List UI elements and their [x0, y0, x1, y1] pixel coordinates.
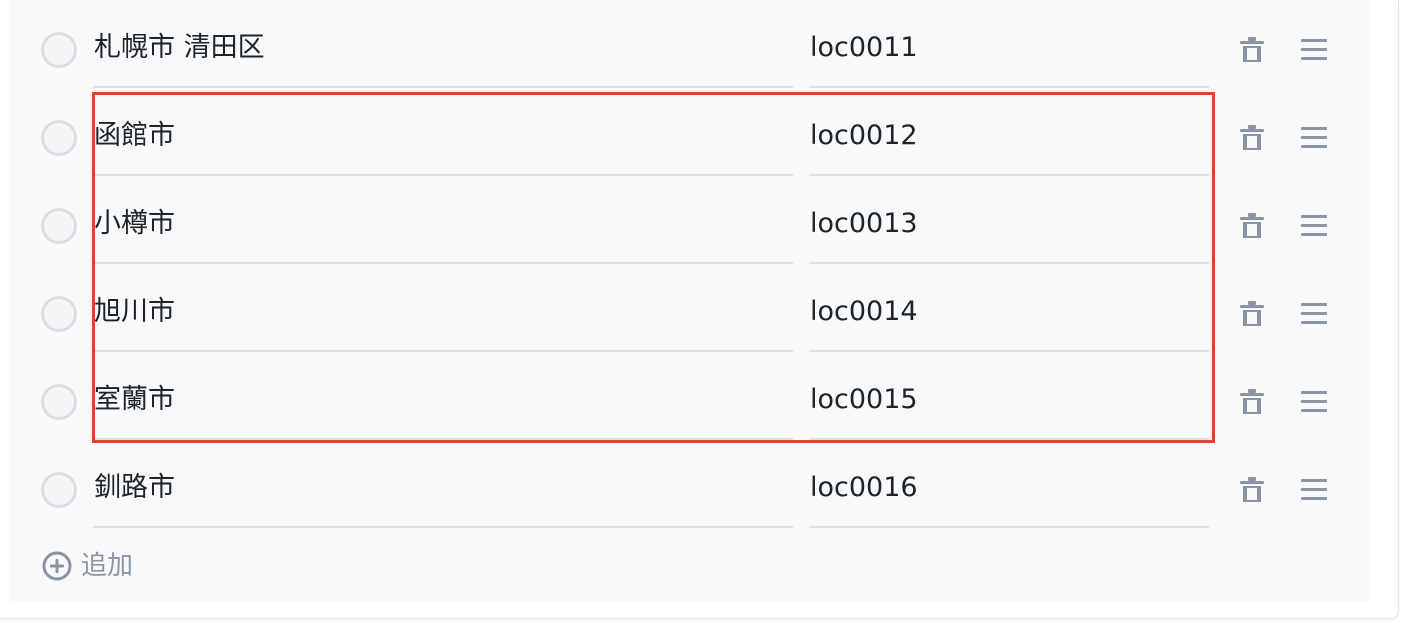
- list-item: 室蘭市 loc0015: [9, 352, 1370, 440]
- list-item: 函館市 loc0012: [9, 88, 1370, 176]
- location-list-panel: 札幌市 清田区 loc0011 函館市 loc0012 小樽市 loc0013 …: [9, 0, 1370, 601]
- plus-circle-icon: [42, 551, 72, 581]
- code-field[interactable]: loc0013: [809, 176, 1209, 264]
- location-code: loc0015: [810, 384, 918, 415]
- location-name: 函館市: [94, 120, 175, 151]
- drag-handle-icon[interactable]: [1299, 387, 1329, 417]
- name-field[interactable]: 札幌市 清田区: [93, 0, 793, 88]
- location-code: loc0011: [810, 32, 918, 63]
- code-field[interactable]: loc0016: [809, 440, 1209, 528]
- trash-icon[interactable]: [1237, 475, 1267, 505]
- location-code: loc0016: [810, 472, 918, 503]
- location-name: 札幌市 清田区: [94, 32, 265, 63]
- drag-handle-icon[interactable]: [1299, 211, 1329, 241]
- trash-icon[interactable]: [1237, 123, 1267, 153]
- select-radio[interactable]: [41, 472, 77, 508]
- location-name: 室蘭市: [94, 384, 175, 415]
- trash-icon[interactable]: [1237, 387, 1267, 417]
- drag-handle-icon[interactable]: [1299, 35, 1329, 65]
- code-field[interactable]: loc0015: [809, 352, 1209, 440]
- name-field[interactable]: 小樽市: [93, 176, 793, 264]
- drag-handle-icon[interactable]: [1299, 475, 1329, 505]
- code-field[interactable]: loc0011: [809, 0, 1209, 88]
- location-code: loc0012: [810, 120, 918, 151]
- location-name: 釧路市: [94, 472, 175, 503]
- code-field[interactable]: loc0014: [809, 264, 1209, 352]
- list-item: 小樽市 loc0013: [9, 176, 1370, 264]
- trash-icon[interactable]: [1237, 299, 1267, 329]
- location-name: 小樽市: [94, 208, 175, 239]
- drag-handle-icon[interactable]: [1299, 299, 1329, 329]
- code-field[interactable]: loc0012: [809, 88, 1209, 176]
- trash-icon[interactable]: [1237, 211, 1267, 241]
- page-container: 札幌市 清田区 loc0011 函館市 loc0012 小樽市 loc0013 …: [0, 0, 1399, 619]
- add-row-button[interactable]: 追加: [41, 548, 133, 584]
- list-item: 釧路市 loc0016: [9, 440, 1370, 528]
- list-item: 札幌市 清田区 loc0011: [9, 0, 1370, 88]
- location-name: 旭川市: [94, 296, 175, 327]
- select-radio[interactable]: [41, 384, 77, 420]
- select-radio[interactable]: [41, 120, 77, 156]
- location-code: loc0014: [810, 296, 918, 327]
- select-radio[interactable]: [41, 208, 77, 244]
- select-radio[interactable]: [41, 296, 77, 332]
- list-item: 旭川市 loc0014: [9, 264, 1370, 352]
- trash-icon[interactable]: [1237, 35, 1267, 65]
- select-radio[interactable]: [41, 32, 77, 68]
- drag-handle-icon[interactable]: [1299, 123, 1329, 153]
- location-code: loc0013: [810, 208, 918, 239]
- add-row-label: 追加: [81, 551, 134, 581]
- name-field[interactable]: 室蘭市: [93, 352, 793, 440]
- name-field[interactable]: 釧路市: [93, 440, 793, 528]
- name-field[interactable]: 旭川市: [93, 264, 793, 352]
- name-field[interactable]: 函館市: [93, 88, 793, 176]
